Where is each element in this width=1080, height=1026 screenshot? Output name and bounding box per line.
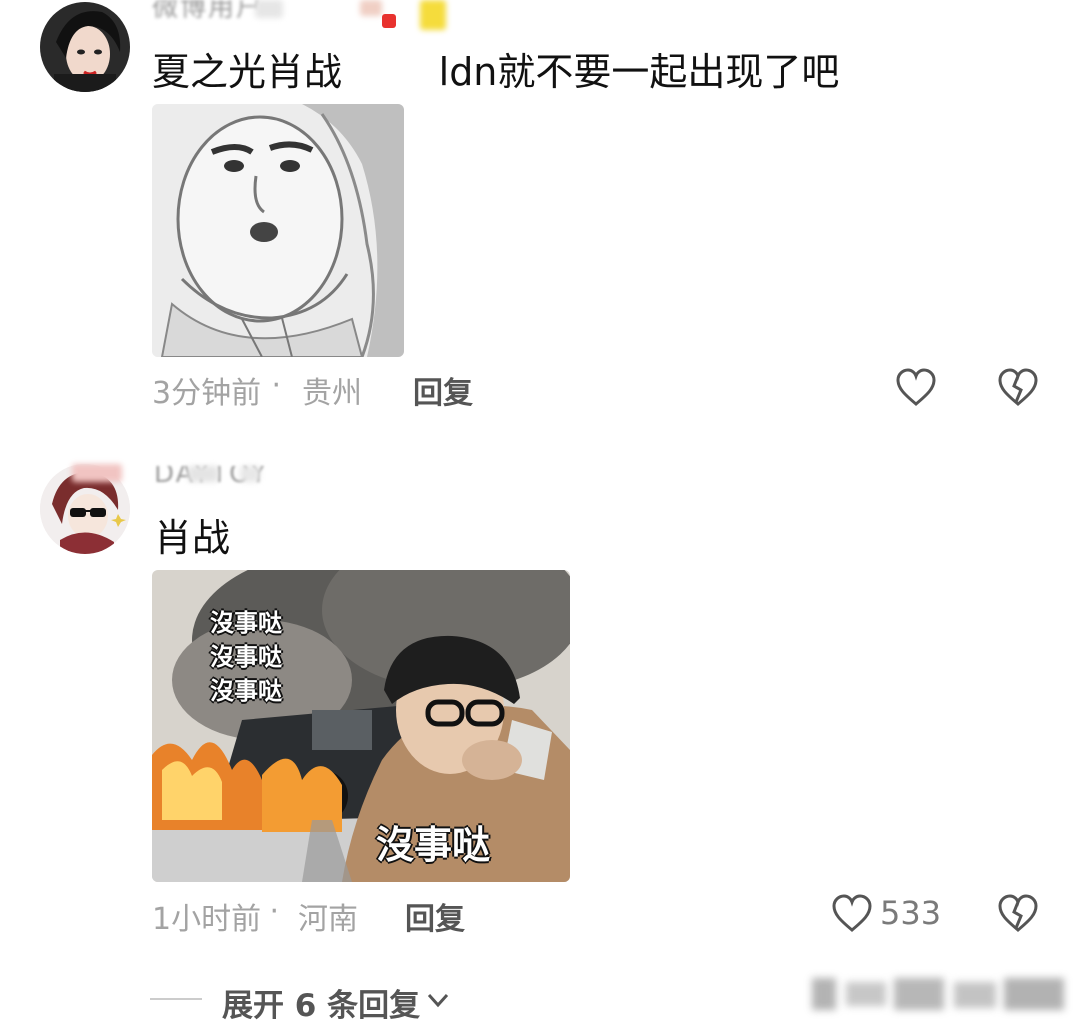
username-blur (382, 14, 396, 28)
heart-outline-icon (832, 894, 872, 932)
dislike-button[interactable] (996, 366, 1040, 410)
comment-time: 1小时前 (152, 902, 262, 937)
avatar-image (40, 2, 130, 92)
comment-item: DAYTOY 肖战 沒事哒 沒事哒 (0, 460, 1080, 960)
dislike-button[interactable] (996, 892, 1040, 936)
comment-location: 河南 (298, 902, 358, 937)
like-button[interactable] (830, 892, 874, 936)
username[interactable]: 微博用户 (152, 0, 264, 18)
comment-text: 肖战 (154, 516, 231, 560)
comment-time: 3分钟前 (152, 376, 262, 411)
divider (150, 998, 202, 1000)
broken-heart-icon (998, 894, 1038, 932)
sticker-caption: 沒事哒 (210, 609, 282, 637)
watermark-blur (808, 972, 1070, 1016)
comment-item: 微博用户 夏之光肖战 ldn就不要一起出现了吧 3分钟前 · 贵州 回复 (0, 0, 1080, 440)
comment-text: 夏之光肖战 ldn就不要一起出现了吧 (152, 50, 840, 94)
comment-location: 贵州 (302, 376, 362, 411)
like-count: 533 (880, 894, 942, 932)
reply-button[interactable]: 回复 (405, 894, 465, 938)
username-blur (420, 0, 446, 30)
broken-heart-icon (998, 368, 1038, 406)
username-blur (240, 466, 260, 482)
username-blur (188, 466, 218, 482)
meta-separator: · (260, 894, 289, 929)
expand-replies-label: 展开 6 条回复 (222, 988, 421, 1024)
sticker-image[interactable] (152, 104, 404, 357)
expand-replies-button[interactable]: 展开 6 条回复 (150, 976, 490, 1024)
sticker-image[interactable]: 沒事哒 沒事哒 沒事哒 沒事哒 (152, 570, 570, 882)
avatar[interactable] (40, 2, 130, 92)
heart-outline-icon (896, 368, 936, 406)
meta-separator: · (262, 368, 291, 403)
username-blur (255, 0, 283, 18)
sticker-caption-large: 沒事哒 (376, 823, 491, 867)
username-blur (360, 0, 382, 16)
chevron-down-icon (427, 993, 449, 1008)
sticker-caption: 沒事哒 (210, 677, 282, 705)
sticker-caption: 沒事哒 (210, 643, 282, 671)
reply-button[interactable]: 回复 (413, 368, 473, 412)
like-button[interactable] (894, 366, 938, 410)
username-blur (72, 464, 122, 482)
